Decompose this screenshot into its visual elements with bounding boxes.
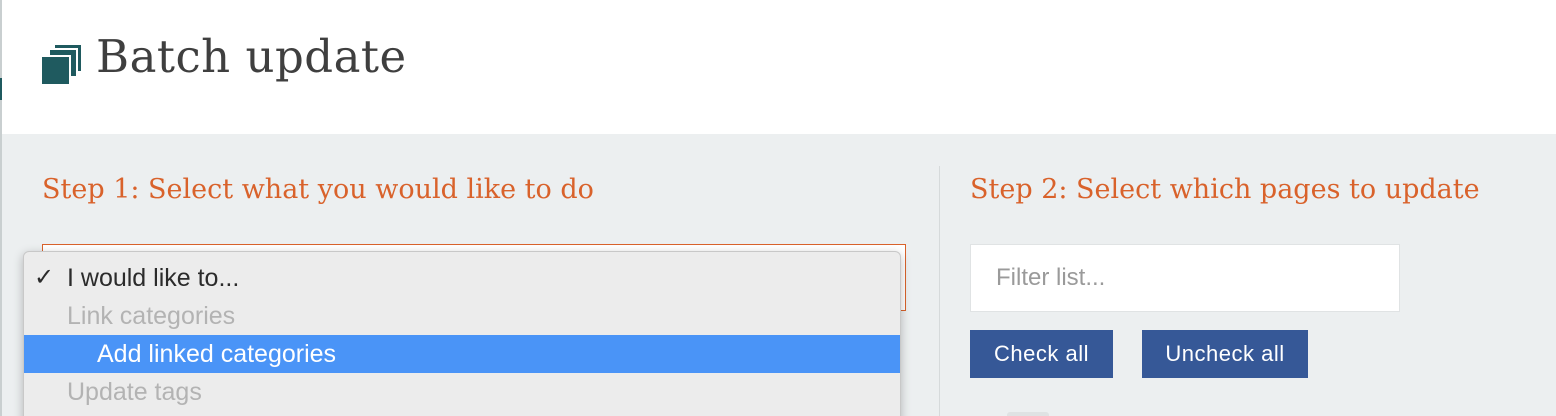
option-label: I would like to... [67,264,240,292]
batch-update-content: Step 1: Select what you would like to do… [2,134,1556,416]
filter-list-input[interactable] [970,244,1400,312]
page-title: Batch update [96,30,407,83]
check-all-button[interactable]: Check all [970,330,1113,378]
uncheck-all-button[interactable]: Uncheck all [1142,330,1308,378]
dropdown-group-link-categories: Link categories [24,297,900,335]
page-checkbox[interactable] [1007,412,1049,416]
action-dropdown-menu: ✓ I would like to... Link categories Add… [23,251,901,416]
option-label: Add linked categories [97,340,337,368]
step2-heading: Step 2: Select which pages to update [970,174,1480,205]
option-group-label: Link categories [67,302,236,330]
dropdown-option-add-linked-categories[interactable]: Add linked categories [24,335,900,373]
dropdown-option-default[interactable]: ✓ I would like to... [24,259,900,297]
option-group-label: Update tags [67,378,202,406]
stacked-pages-icon [40,43,84,86]
checkmark-icon: ✓ [34,264,55,291]
column-divider [939,166,940,416]
step1-heading: Step 1: Select what you would like to do [42,174,594,205]
dropdown-group-update-tags: Update tags [24,373,900,411]
page-header: Batch update [2,0,1556,134]
